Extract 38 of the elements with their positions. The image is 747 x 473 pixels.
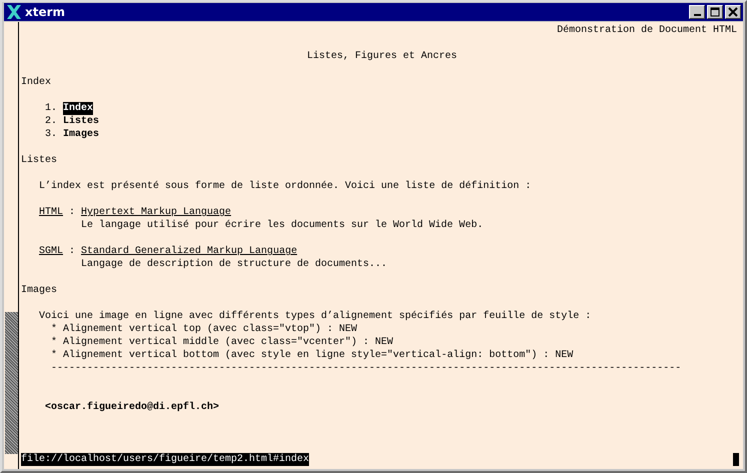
- list-number: 3.: [45, 128, 58, 141]
- close-button[interactable]: [725, 5, 741, 19]
- definition-term: SGML: [39, 245, 64, 258]
- definition-description: Langage de description de structure de documents...: [81, 258, 388, 271]
- maximize-icon: [710, 7, 720, 17]
- minimize-icon: [694, 14, 700, 16]
- bullet-item: * Alignement vertical top (avec class="vtop") : NEW: [51, 323, 358, 336]
- scrollbar-thumb[interactable]: [5, 312, 18, 454]
- document-header: Démonstration de Document HTML: [556, 24, 737, 37]
- definition-description: Le langage utilisé pour écrire les documents sur le World Wide Web.: [81, 219, 484, 232]
- index-link[interactable]: Index: [63, 102, 94, 115]
- definition-link[interactable]: Hypertext Markup Language: [81, 206, 232, 219]
- separator: :: [69, 245, 76, 258]
- document-title: Listes, Figures et Ancres: [306, 50, 458, 63]
- list-number: 2.: [45, 115, 58, 128]
- x-logo-icon: [6, 4, 22, 20]
- window-title: xterm: [25, 5, 66, 19]
- bullet-item: * Alignement vertical middle (avec class="vcenter") : NEW: [51, 336, 394, 349]
- section-heading: Listes: [21, 154, 58, 167]
- text-cursor: [733, 453, 739, 466]
- dashed-rule: ---------------------------------------------------------------------------------------------------------: [51, 362, 682, 375]
- email-signature: <oscar.figueiredo@di.epfl.ch>: [45, 401, 220, 414]
- minimize-button[interactable]: [689, 5, 705, 19]
- scrollbar[interactable]: [5, 22, 19, 469]
- section-heading: Index: [21, 76, 52, 89]
- definition-link[interactable]: Standard Generalized Markup Language: [81, 245, 298, 258]
- index-link[interactable]: Images: [63, 128, 100, 141]
- close-icon: [728, 7, 738, 17]
- paragraph: L’index est présenté sous forme de liste ordonnée. Voici une liste de définition :: [39, 180, 532, 193]
- status-url: file://localhost/users/figueire/temp2.html#index: [21, 453, 310, 466]
- maximize-button[interactable]: [707, 5, 723, 19]
- list-number: 1.: [45, 102, 58, 115]
- paragraph: Voici une image en ligne avec différents types d’alignement spécifiés par feuille de style :: [39, 310, 592, 323]
- bullet-item: * Alignement vertical bottom (avec style en ligne style="vertical-align: bottom") : NEW: [51, 349, 574, 362]
- index-link[interactable]: Listes: [63, 115, 100, 128]
- definition-term: HTML: [39, 206, 64, 219]
- section-heading: Images: [21, 284, 58, 297]
- separator: :: [69, 206, 76, 219]
